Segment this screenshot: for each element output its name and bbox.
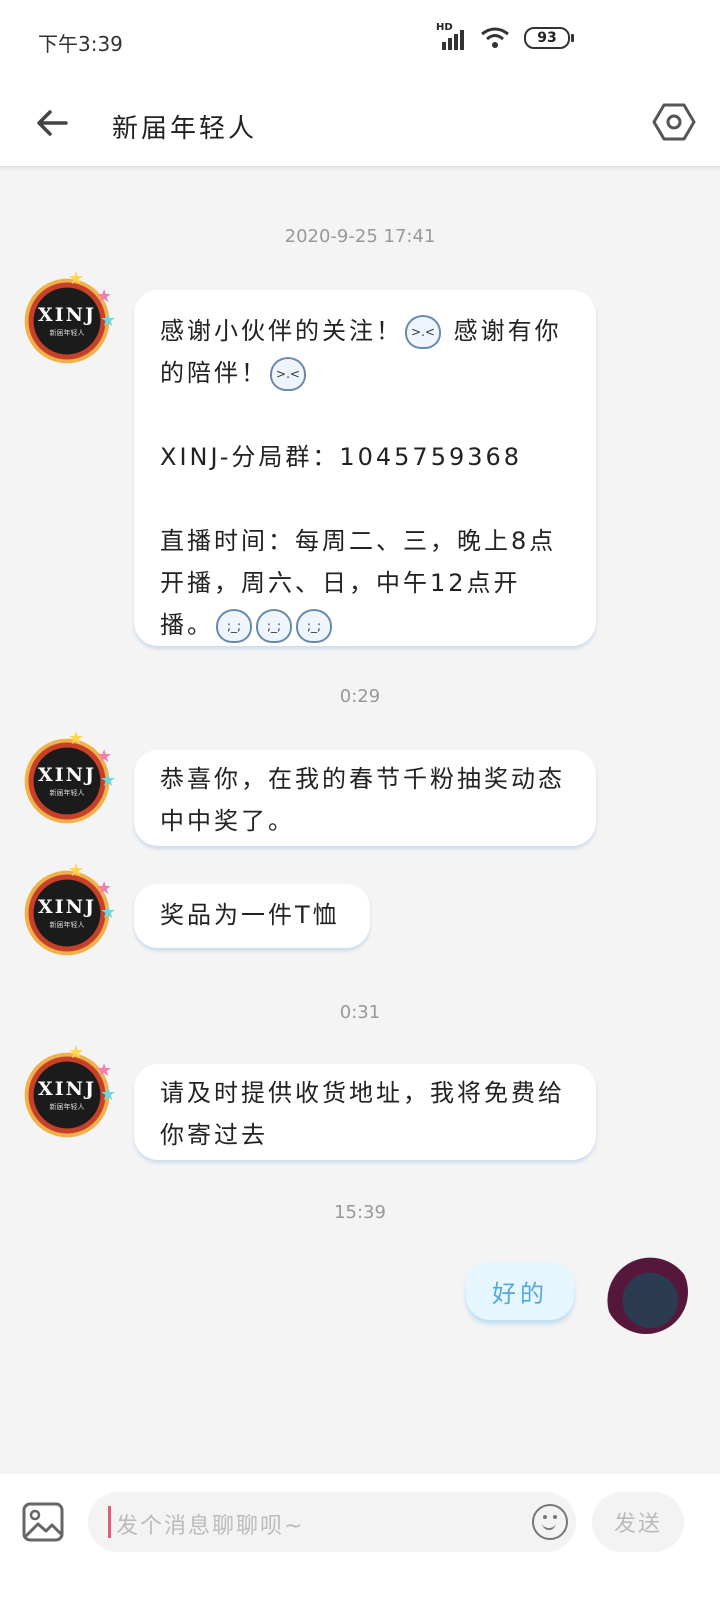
timestamp: 15:39 (334, 1202, 386, 1223)
input-bar: 发个消息聊聊呗~ 发送 (0, 1474, 720, 1600)
avatar-logo-text: XINJ (38, 1078, 96, 1100)
signal-icon: HD (436, 22, 466, 50)
timestamp: 0:31 (339, 1002, 381, 1023)
emoji-icon: ;_; (296, 609, 332, 643)
text-cursor (108, 1506, 111, 1538)
message-input[interactable]: 发个消息聊聊呗~ (88, 1492, 576, 1552)
chat-title: 新届年轻人 (112, 114, 258, 144)
message-text: XINJ-分局群：1045759368 (160, 443, 523, 471)
avatar[interactable]: ★ ★ ★ XINJ 新届年轻人 (22, 860, 116, 958)
message-bubble[interactable]: 恭喜你，在我的春节千粉抽奖动态中中奖了。 (134, 750, 596, 846)
avatar-logo-subtext: 新届年轻人 (49, 921, 85, 929)
message-text: 恭喜你，在我的春节千粉抽奖动态中中奖了。 (160, 765, 565, 835)
status-icons: HD 93 (436, 22, 574, 50)
star-icon: ★ (68, 268, 85, 289)
emoji-icon: ;_; (256, 609, 292, 643)
timestamp: 0:29 (339, 686, 381, 707)
message-bubble[interactable]: 奖品为一件T恤 (134, 884, 370, 948)
my-avatar[interactable] (604, 1250, 688, 1334)
wifi-icon (481, 27, 509, 48)
hd-label: HD (436, 22, 453, 33)
message-text: 奖品为一件T恤 (160, 901, 340, 929)
avatar[interactable]: ★ ★ ★ XINJ 新届年轻人 (22, 268, 116, 366)
star-icon: ★ (68, 860, 85, 881)
my-message-bubble[interactable]: 好的 (466, 1262, 574, 1320)
message-text: 请及时提供收货地址，我将免费给你寄过去 (160, 1079, 565, 1149)
message-bubble[interactable]: 感谢小伙伴的关注！ >.< 感谢有你的陪伴！ >.< XINJ-分局群：104575… (134, 290, 596, 646)
emoji-smile-icon[interactable] (532, 1504, 568, 1540)
status-time: 下午3:39 (38, 32, 123, 56)
avatar-logo-text: XINJ (38, 764, 96, 786)
avatar-logo-text: XINJ (38, 896, 96, 918)
battery-icon: 93 (524, 27, 574, 49)
back-arrow-icon[interactable] (30, 100, 76, 146)
emoji-icon: >.< (270, 357, 306, 391)
emoji-icon: ;_; (216, 609, 252, 643)
my-message-text: 好的 (492, 1279, 548, 1308)
status-bar: 下午3:39 HD 93 (0, 0, 720, 84)
chat-header: 新届年轻人 (0, 84, 720, 167)
star-icon: ★ (68, 728, 85, 749)
avatar-logo-subtext: 新届年轻人 (49, 1103, 85, 1111)
timestamp: 2020-9-25 17:41 (284, 226, 436, 247)
avatar-logo-subtext: 新届年轻人 (49, 329, 85, 337)
settings-hexagon-icon[interactable] (650, 98, 698, 146)
star-icon: ★ (68, 1042, 85, 1063)
avatar[interactable]: ★ ★ ★ XINJ 新届年轻人 (22, 728, 116, 826)
avatar-logo-subtext: 新届年轻人 (49, 789, 85, 797)
avatar-logo-text: XINJ (38, 304, 96, 326)
message-bubble[interactable]: 请及时提供收货地址，我将免费给你寄过去 (134, 1064, 596, 1160)
message-text: 感谢小伙伴的关注！ (160, 317, 403, 345)
emoji-icon: >.< (405, 315, 441, 349)
send-button[interactable]: 发送 (592, 1492, 684, 1552)
image-icon[interactable] (22, 1502, 64, 1542)
input-placeholder: 发个消息聊聊呗~ (116, 1514, 305, 1539)
avatar[interactable]: ★ ★ ★ XINJ 新届年轻人 (22, 1042, 116, 1140)
